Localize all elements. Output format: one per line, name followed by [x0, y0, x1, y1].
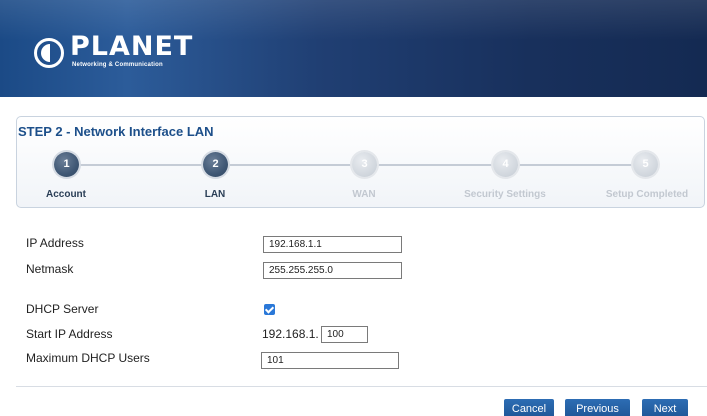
start-ip-input[interactable] [321, 326, 368, 343]
dhcp-server-label: DHCP Server [26, 302, 99, 316]
footer-divider [16, 386, 707, 387]
step-1-indicator: 1 [54, 152, 79, 177]
start-ip-prefix: 192.168.1. [262, 327, 319, 341]
step-connector [227, 164, 351, 166]
logo-text: PLANET [70, 31, 194, 62]
step-1-label: Account [46, 189, 86, 200]
step-connector [517, 164, 632, 166]
step-3-indicator: 3 [352, 152, 377, 177]
netmask-input[interactable] [263, 262, 402, 279]
logo-mark-icon [34, 38, 64, 68]
step-4-label: Security Settings [464, 189, 546, 200]
planet-logo: PLANET Networking & Communication [18, 24, 192, 80]
step-connector [376, 164, 492, 166]
max-dhcp-users-label: Maximum DHCP Users [26, 351, 150, 365]
logo-tagline: Networking & Communication [72, 62, 163, 68]
step-2-indicator: 2 [203, 152, 228, 177]
step-connector [78, 164, 202, 166]
step-4-indicator: 4 [493, 152, 518, 177]
step-5-indicator: 5 [633, 152, 658, 177]
step-2-label: LAN [204, 189, 226, 200]
page-title: STEP 2 - Network Interface LAN [18, 124, 214, 139]
next-button[interactable]: Next [642, 399, 688, 416]
netmask-label: Netmask [26, 262, 74, 276]
start-ip-label: Start IP Address [26, 327, 113, 341]
ip-address-label: IP Address [26, 236, 84, 250]
max-dhcp-users-input[interactable] [261, 352, 399, 369]
step-5-label: Setup Completed [605, 189, 689, 200]
header-banner: PLANET Networking & Communication [0, 0, 707, 97]
previous-button[interactable]: Previous [565, 399, 630, 416]
cancel-button[interactable]: Cancel [504, 399, 554, 416]
dhcp-server-checkbox[interactable] [264, 304, 275, 315]
step-3-label: WAN [352, 189, 376, 200]
ip-address-input[interactable] [263, 236, 402, 253]
